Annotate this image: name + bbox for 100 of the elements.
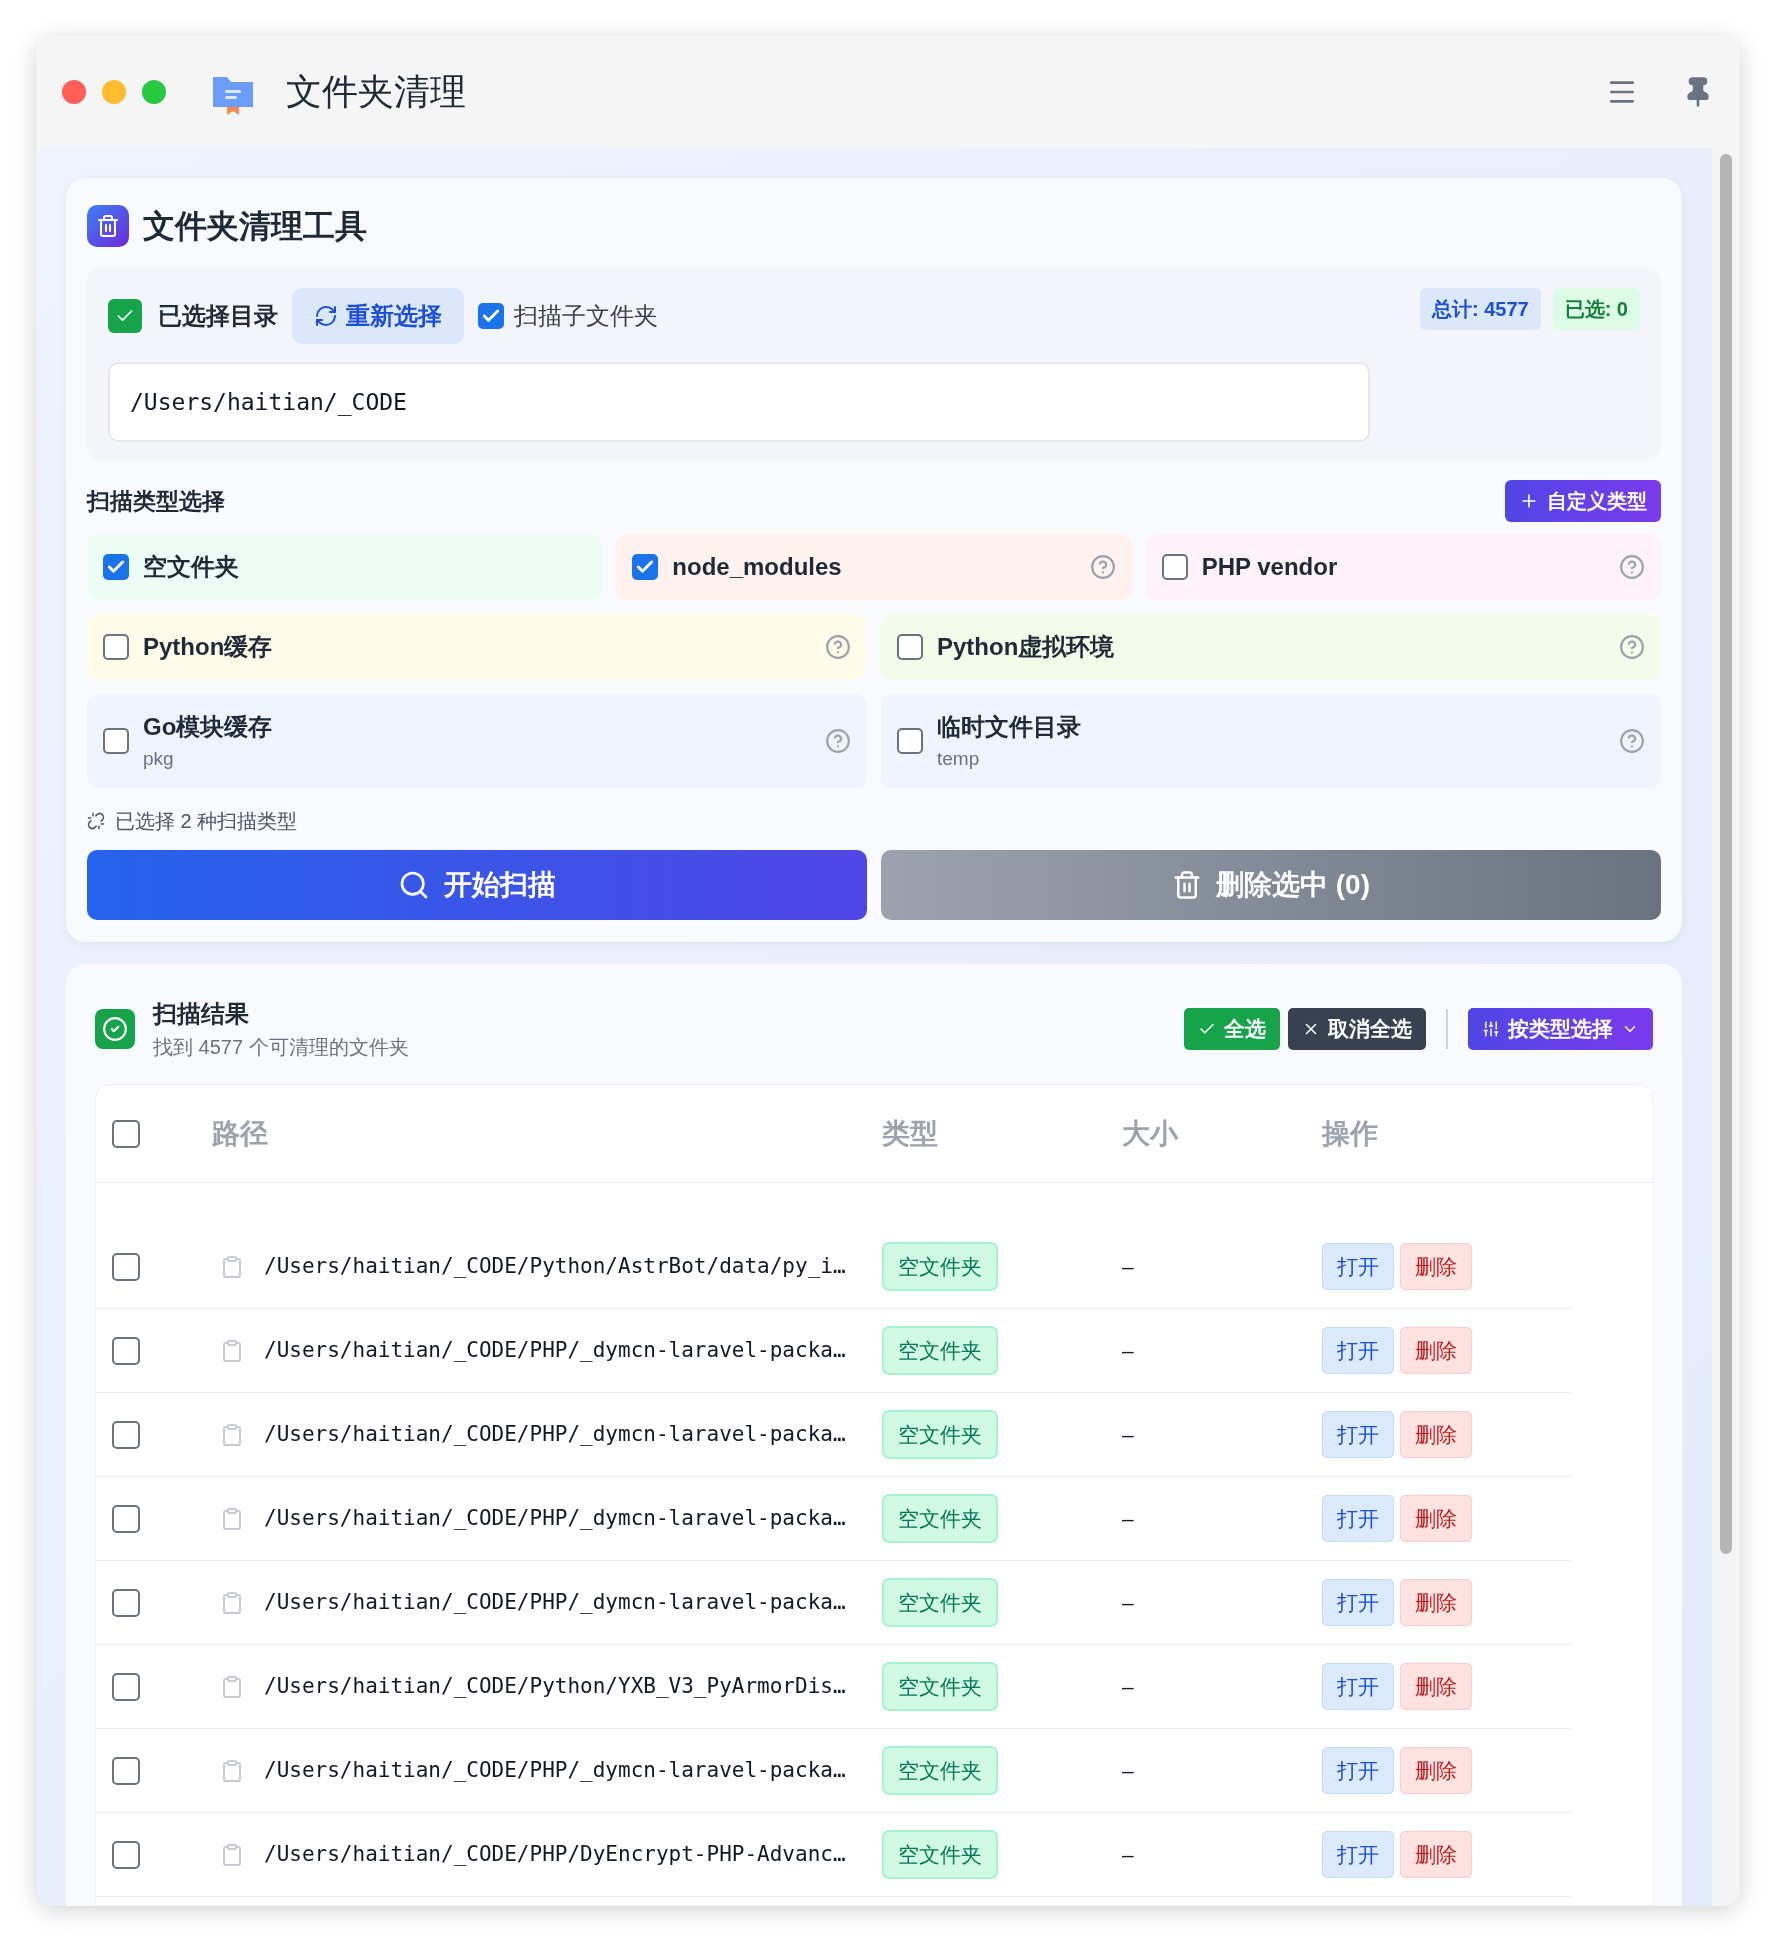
scan-type-option[interactable]: 临时文件目录 temp: [881, 694, 1661, 788]
delete-button[interactable]: 删除: [1400, 1494, 1472, 1543]
checkbox[interactable]: [897, 728, 923, 754]
select-by-type-button[interactable]: 按类型选择: [1468, 1008, 1653, 1050]
results-title: 扫描结果: [153, 999, 250, 1029]
delete-selected-button[interactable]: 删除选中 (0): [881, 850, 1661, 920]
path-cell-text: /Users/haitian/_CODE/PHP/_dymcn-laravel-packa…: [264, 1588, 847, 1616]
option-label: Python缓存: [143, 632, 274, 662]
option-label: node_modules: [672, 552, 843, 582]
deselect-all-button[interactable]: 取消全选: [1288, 1008, 1426, 1050]
checkbox[interactable]: [478, 303, 504, 329]
checkbox[interactable]: [103, 728, 129, 754]
path-field[interactable]: /Users/haitian/_CODE: [108, 362, 1370, 442]
scan-type-option[interactable]: Python缓存: [87, 614, 867, 680]
type-tag: 空文件夹: [882, 1745, 1122, 1796]
size-cell-text: –: [1122, 1421, 1135, 1448]
type-tag: 空文件夹: [882, 1577, 1122, 1628]
open-button[interactable]: 打开: [1322, 1242, 1394, 1291]
size-cell-text: –: [1122, 1253, 1135, 1280]
file-icon: [220, 1422, 244, 1447]
option-subtitle: temp: [937, 746, 981, 771]
open-button[interactable]: 打开: [1322, 1410, 1394, 1459]
refresh-icon: [314, 304, 338, 328]
selected-count: 已选: 0: [1552, 288, 1640, 330]
checkbox[interactable]: [112, 1756, 140, 1785]
open-button[interactable]: 打开: [1322, 1746, 1394, 1795]
column-header: 操作: [1322, 1116, 1378, 1151]
checkbox[interactable]: [897, 634, 923, 660]
option-label: PHP vendor: [1201, 552, 1339, 582]
size-cell-text: –: [1122, 1673, 1135, 1700]
delete-button[interactable]: 删除: [1400, 1326, 1472, 1375]
checkbox[interactable]: [112, 1336, 140, 1365]
file-icon: [220, 1254, 244, 1279]
delete-button[interactable]: 删除: [1400, 1242, 1472, 1291]
path-cell-text: /Users/haitian/_CODE/PHP/DyEncrypt-PHP-Advanc…: [264, 1840, 847, 1868]
open-button[interactable]: 打开: [1322, 1494, 1394, 1543]
file-icon: [220, 1590, 244, 1615]
select-all-button[interactable]: 全选: [1184, 1008, 1280, 1050]
custom-type-button[interactable]: 自定义类型: [1505, 480, 1661, 522]
trash-icon: [1172, 870, 1202, 900]
path-cell-text: /Users/haitian/_CODE/Python/AstrBot/data/py_i…: [264, 1252, 847, 1280]
start-scan-button[interactable]: 开始扫描: [87, 850, 867, 920]
total-count: 总计: 4577: [1419, 288, 1541, 330]
option-label: 空文件夹: [143, 552, 240, 582]
file-icon: [220, 1674, 244, 1699]
scan-type-option[interactable]: node_modules: [616, 534, 1132, 600]
open-button[interactable]: 打开: [1322, 1662, 1394, 1711]
checkbox[interactable]: [112, 1252, 140, 1281]
scrollbar[interactable]: [1712, 148, 1740, 1906]
help-icon[interactable]: [825, 634, 851, 660]
scan-type-option[interactable]: Go模块缓存 pkg: [87, 694, 867, 788]
search-icon: [398, 869, 430, 901]
delete-button[interactable]: 删除: [1400, 1746, 1472, 1795]
file-icon: [220, 1842, 244, 1867]
path-cell-text: /Users/haitian/_CODE/Python/YXB_V3_PyArmorDis…: [264, 1672, 847, 1700]
link-icon: [87, 812, 105, 830]
checkbox[interactable]: [632, 554, 659, 580]
reselect-button[interactable]: 重新选择: [292, 288, 464, 344]
checkbox[interactable]: [112, 1672, 140, 1701]
column-header: 路径: [212, 1116, 269, 1151]
help-icon[interactable]: [1619, 728, 1645, 754]
delete-button[interactable]: 删除: [1400, 1410, 1472, 1459]
trash-icon: [87, 205, 129, 247]
checkbox[interactable]: [112, 1588, 140, 1617]
checkbox[interactable]: [103, 634, 129, 660]
open-button[interactable]: 打开: [1322, 1830, 1394, 1879]
checkbox[interactable]: [112, 1840, 140, 1869]
path-cell-text: /Users/haitian/_CODE/PHP/_dymcn-laravel-packa…: [264, 1756, 847, 1784]
help-icon[interactable]: [1089, 554, 1116, 580]
delete-button[interactable]: 删除: [1400, 1578, 1472, 1627]
checkbox[interactable]: [112, 1420, 140, 1449]
scan-type-option[interactable]: 空文件夹: [87, 534, 603, 600]
close-button[interactable]: [62, 80, 86, 104]
help-icon[interactable]: [1619, 634, 1645, 660]
check-badge-icon: [108, 299, 142, 333]
help-icon[interactable]: [825, 728, 851, 754]
file-icon: [220, 1506, 244, 1531]
delete-button[interactable]: 删除: [1400, 1830, 1472, 1879]
option-subtitle: pkg: [143, 746, 175, 771]
checkbox[interactable]: [1161, 554, 1188, 580]
help-icon[interactable]: [1619, 554, 1645, 580]
file-icon: [220, 1758, 244, 1783]
path-cell-text: /Users/haitian/_CODE/PHP/_dymcn-laravel-packa…: [264, 1420, 847, 1448]
size-cell-text: –: [1122, 1589, 1135, 1616]
checkbox-label: 扫描子文件夹: [514, 301, 658, 331]
checkbox[interactable]: [112, 1119, 140, 1148]
column-header: 类型: [882, 1116, 939, 1151]
open-button[interactable]: 打开: [1322, 1578, 1394, 1627]
open-button[interactable]: 打开: [1322, 1326, 1394, 1375]
checkbox[interactable]: [103, 554, 129, 580]
scan-type-summary: 已选择 2 种扫描类型: [115, 809, 298, 834]
window-title: 文件夹清理: [286, 70, 466, 114]
checkbox[interactable]: [112, 1504, 140, 1533]
size-cell-text: –: [1122, 1337, 1135, 1364]
sliders-icon: [1482, 1020, 1500, 1038]
type-tag: 空文件夹: [882, 1829, 1122, 1880]
scan-type-option[interactable]: Python虚拟环境: [881, 614, 1661, 680]
type-tag: 空文件夹: [882, 1409, 1122, 1460]
scan-type-option[interactable]: PHP vendor: [1145, 534, 1661, 600]
delete-button[interactable]: 删除: [1400, 1662, 1472, 1711]
